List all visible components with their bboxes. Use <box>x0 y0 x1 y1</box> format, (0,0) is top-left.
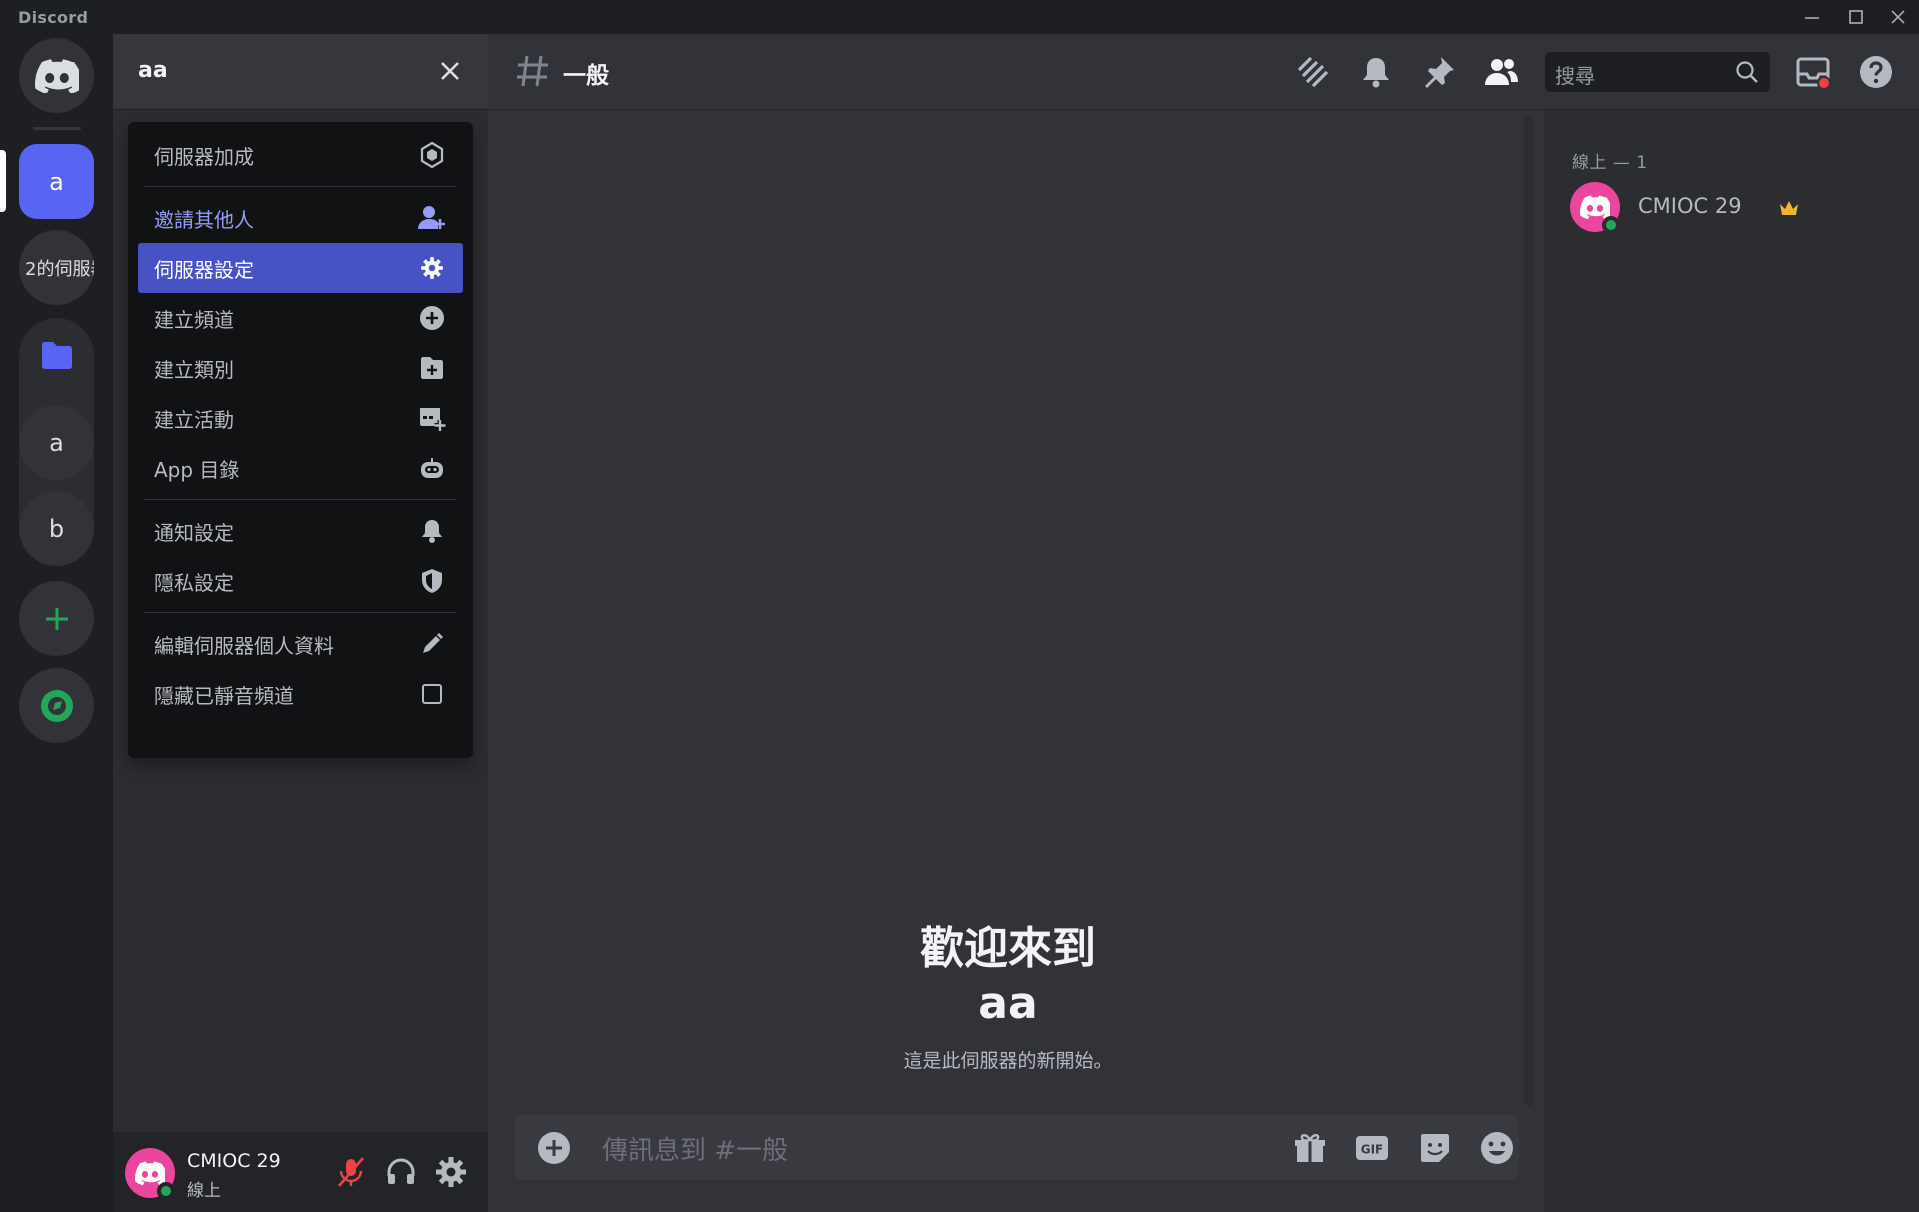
user-status: 線上 <box>187 1181 221 1201</box>
invite-person-icon <box>417 203 447 233</box>
discover-button[interactable] <box>19 668 94 743</box>
guild-dropdown-menu: 伺服器加成 邀請其他人 伺服器設定 建立頻道 建立類別 建立活動 App 目錄 … <box>128 122 473 758</box>
menu-item-hide-muted-channels[interactable]: 隱藏已靜音頻道 <box>138 669 463 719</box>
menu-separator <box>144 499 457 500</box>
gear-icon <box>436 1157 466 1187</box>
attach-plus-icon[interactable] <box>536 1130 572 1166</box>
pin-icon[interactable] <box>1421 54 1457 90</box>
menu-item-create-category[interactable]: 建立類別 <box>138 343 463 393</box>
maximize-button[interactable] <box>1834 0 1878 34</box>
menu-item-create-event[interactable]: 建立活動 <box>138 393 463 443</box>
server-a[interactable]: a <box>19 405 94 480</box>
help-icon[interactable] <box>1858 54 1894 90</box>
folder-icon <box>41 341 72 369</box>
headphones-icon <box>387 1158 415 1184</box>
server-truncated[interactable]: 2的伺服器 <box>19 230 94 305</box>
close-icon <box>1891 10 1905 24</box>
add-server-button[interactable] <box>19 581 94 656</box>
inbox-icon[interactable] <box>1795 54 1831 90</box>
member-group-online: 線上 — 1 <box>1572 153 1648 173</box>
emoji-icon[interactable] <box>1479 1130 1515 1166</box>
search-icon <box>1736 61 1758 83</box>
user-panel: CMIOC 29 線上 <box>113 1132 488 1212</box>
boost-icon <box>417 140 447 170</box>
online-status-dot <box>157 1182 175 1200</box>
gif-icon[interactable]: GIF <box>1354 1130 1390 1166</box>
message-input-placeholder[interactable]: 傳訊息到 #一般 <box>602 1130 788 1167</box>
bell-icon <box>417 516 447 546</box>
guild-name: aa <box>138 58 168 83</box>
notification-bell-icon[interactable] <box>1358 54 1394 90</box>
hash-icon <box>517 55 548 87</box>
member-list-icon[interactable] <box>1483 54 1519 90</box>
folder-toggle[interactable] <box>19 318 94 393</box>
search-placeholder: 搜尋 <box>1555 64 1595 88</box>
maximize-icon <box>1849 10 1863 24</box>
title-bar: Discord <box>0 0 1919 34</box>
member-list: 線上 — 1 CMIOC 29 <box>1544 110 1919 1212</box>
svg-text:GIF: GIF <box>1361 1143 1384 1157</box>
user-settings-button[interactable] <box>433 1154 469 1190</box>
menu-item-edit-server-profile[interactable]: 編輯伺服器個人資料 <box>138 619 463 669</box>
server-truncated-label: 2的伺服器 <box>25 258 94 280</box>
minimize-icon <box>1805 17 1819 19</box>
menu-item-create-channel[interactable]: 建立頻道 <box>138 293 463 343</box>
shield-icon <box>417 566 447 596</box>
message-composer[interactable]: 傳訊息到 #一般 GIF <box>514 1114 1519 1180</box>
app-title: Discord <box>18 8 89 27</box>
discord-avatar-icon <box>135 1161 165 1185</box>
menu-item-privacy-settings[interactable]: 隱私設定 <box>138 556 463 606</box>
welcome-line1: 歡迎來到 <box>920 923 1096 974</box>
gift-icon[interactable] <box>1292 1130 1328 1166</box>
welcome-subtitle: 這是此伺服器的新開始。 <box>903 1050 1113 1072</box>
channel-header: 一般 搜尋 <box>488 34 1919 110</box>
menu-item-invite[interactable]: 邀請其他人 <box>138 193 463 243</box>
menu-item-server-boost[interactable]: 伺服器加成 <box>138 130 463 180</box>
menu-separator <box>144 612 457 613</box>
discord-logo-icon <box>34 58 79 93</box>
menu-item-server-settings[interactable]: 伺服器設定 <box>138 243 463 293</box>
folder-plus-icon <box>417 353 447 383</box>
calendar-plus-icon <box>417 403 447 433</box>
pencil-icon <box>417 629 447 659</box>
menu-item-notification-settings[interactable]: 通知設定 <box>138 506 463 556</box>
home-button[interactable] <box>19 38 94 113</box>
plus-circle-icon <box>417 303 447 333</box>
gear-icon <box>417 253 447 283</box>
search-box[interactable]: 搜尋 <box>1545 52 1770 92</box>
member-name: CMIOC 29 <box>1638 194 1742 218</box>
chat-area: 一般 搜尋 歡迎來到 aa 這是此伺服器的新開始。 傳訊息到 #一般 GIF <box>488 34 1919 1212</box>
server-rail: a 2的伺服器 a b <box>0 34 113 1212</box>
user-name: CMIOC 29 <box>187 1150 281 1172</box>
active-server-indicator <box>0 150 6 212</box>
channel-name: 一般 <box>563 63 609 89</box>
close-window-button[interactable] <box>1876 0 1919 34</box>
guild-header[interactable]: aa <box>113 34 488 110</box>
member-online-dot <box>1602 216 1620 234</box>
menu-item-app-directory[interactable]: App 目錄 <box>138 443 463 493</box>
checkbox-icon[interactable] <box>417 679 447 709</box>
server-b[interactable]: b <box>19 491 94 566</box>
threads-icon[interactable] <box>1295 54 1331 90</box>
minimize-button[interactable] <box>1790 0 1834 34</box>
deafen-button[interactable] <box>383 1154 419 1190</box>
robot-icon <box>417 453 447 483</box>
server-a-active[interactable]: a <box>19 144 94 219</box>
rail-separator <box>33 127 81 130</box>
member-row[interactable]: CMIOC 29 <box>1570 182 1890 238</box>
welcome-server-name: aa <box>978 978 1038 1029</box>
close-menu-icon[interactable] <box>435 56 465 86</box>
discord-avatar-icon <box>1580 195 1610 219</box>
owner-crown-icon <box>1780 201 1798 215</box>
mute-mic-button[interactable] <box>333 1154 369 1190</box>
mic-muted-icon <box>338 1157 364 1187</box>
plus-icon <box>45 607 68 630</box>
menu-separator <box>144 186 457 187</box>
compass-icon <box>40 689 73 722</box>
sticker-icon[interactable] <box>1417 1130 1453 1166</box>
